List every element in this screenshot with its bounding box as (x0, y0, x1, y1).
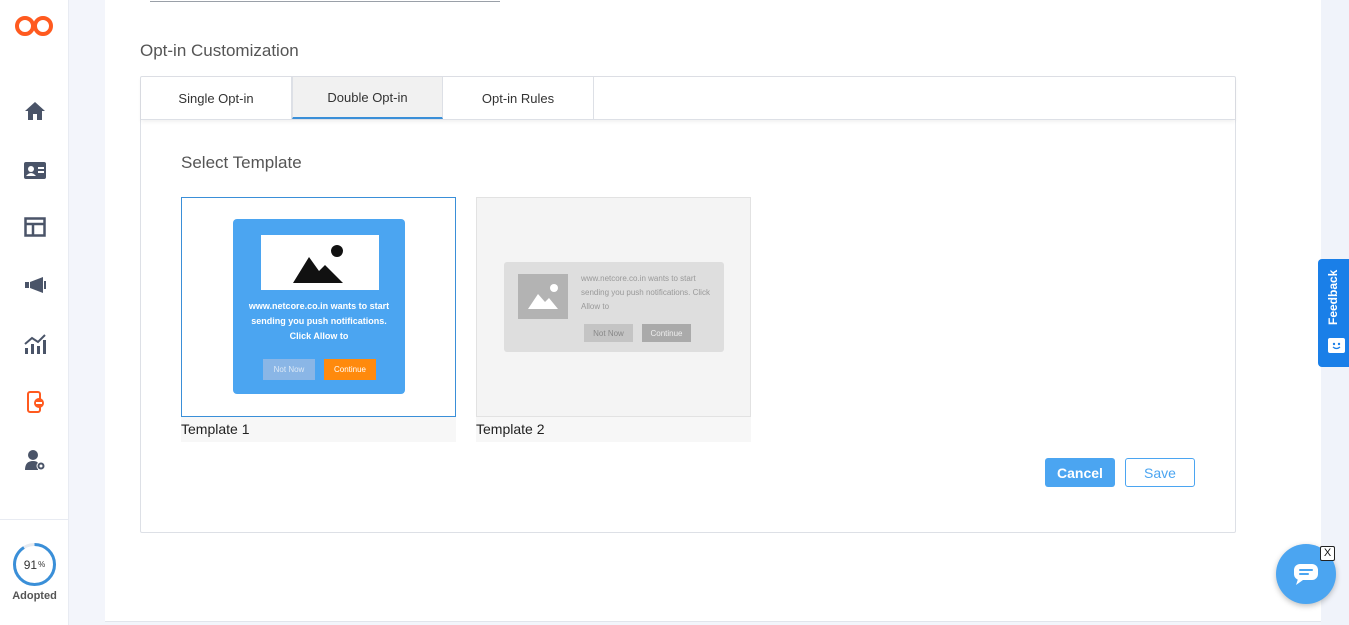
template-2-continue: Continue (642, 324, 691, 342)
template-1-preview: www.netcore.co.in wants to start sending… (233, 219, 405, 394)
user-settings-icon[interactable] (22, 447, 48, 473)
megaphone-icon[interactable] (22, 272, 48, 298)
feedback-tab[interactable]: Feedback (1318, 259, 1349, 367)
tab-opt-in-rules[interactable]: Opt-in Rules (443, 77, 594, 119)
template-2-preview: www.netcore.co.in wants to start sending… (504, 262, 724, 352)
template-1-not-now: Not Now (263, 359, 315, 380)
feedback-smile-icon (1328, 338, 1345, 353)
cancel-button[interactable]: Cancel (1045, 458, 1115, 487)
image-placeholder-icon (518, 274, 568, 319)
analytics-icon[interactable] (22, 331, 48, 357)
template-caption: Template 2 (476, 417, 751, 442)
feedback-label: Feedback (1326, 269, 1340, 325)
image-placeholder-icon (261, 235, 379, 290)
adoption-value: 91 (23, 557, 38, 572)
template-preview-frame[interactable]: www.netcore.co.in wants to start sending… (476, 197, 751, 417)
adoption-percentage: 91% (12, 542, 57, 587)
section-title: Opt-in Customization (140, 41, 299, 60)
input-underline[interactable] (150, 1, 500, 2)
layout-icon[interactable] (22, 214, 48, 240)
template-card-2[interactable]: www.netcore.co.in wants to start sending… (476, 197, 751, 442)
opt-in-tabs: Single Opt-in Double Opt-in Opt-in Rules (141, 77, 1235, 120)
adoption-widget[interactable]: 91% Adopted (0, 519, 69, 625)
tab-double-opt-in[interactable]: Double Opt-in (292, 77, 443, 119)
opt-in-panel: Single Opt-in Double Opt-in Opt-in Rules… (140, 76, 1236, 533)
brand-logo[interactable] (14, 14, 56, 38)
sidebar: 91% Adopted (0, 0, 69, 625)
main-content: Opt-in Customization Single Opt-in Doubl… (105, 0, 1321, 622)
template-2-message: www.netcore.co.in wants to start sending… (581, 274, 710, 311)
adoption-label: Adopted (12, 590, 57, 602)
template-2-not-now: Not Now (584, 324, 633, 342)
chat-close-button[interactable]: X (1320, 546, 1335, 561)
template-1-continue: Continue (324, 359, 376, 380)
template-card-1[interactable]: www.netcore.co.in wants to start sending… (181, 197, 456, 442)
save-button[interactable]: Save (1125, 458, 1195, 487)
tab-single-opt-in[interactable]: Single Opt-in (141, 77, 292, 119)
contact-card-icon[interactable] (22, 157, 48, 183)
template-1-message: www.netcore.co.in wants to start sending… (248, 301, 390, 341)
template-caption: Template 1 (181, 417, 456, 442)
home-icon[interactable] (22, 98, 48, 124)
adoption-unit: % (38, 560, 46, 569)
template-preview-frame[interactable]: www.netcore.co.in wants to start sending… (181, 197, 456, 417)
mobile-push-icon[interactable] (22, 389, 48, 415)
select-template-title: Select Template (181, 153, 302, 172)
